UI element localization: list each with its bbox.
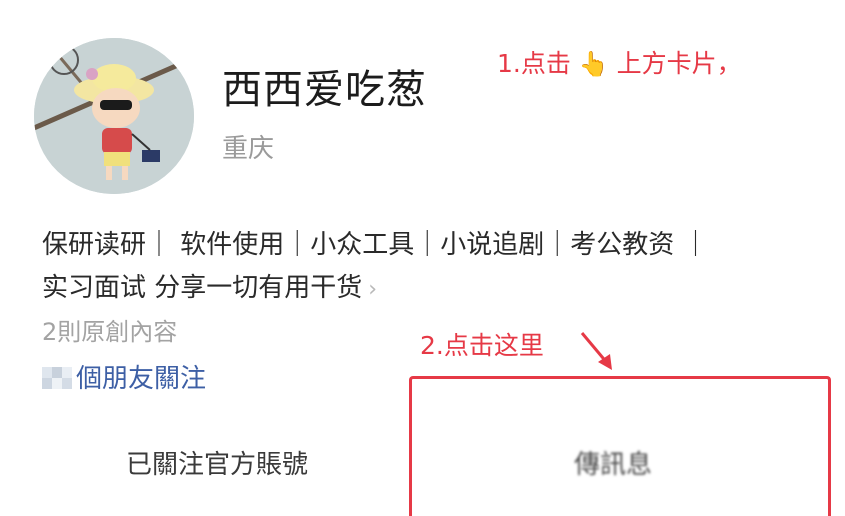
friends-following-label: 個朋友關注 xyxy=(76,364,207,394)
annotation-step-1-prefix: 1.点击 xyxy=(497,49,571,78)
annotation-step-1: 1.点击 👆 上方卡片， xyxy=(497,44,742,80)
blurred-avatars-icon xyxy=(42,366,72,389)
friends-following[interactable]: 個朋友關注 xyxy=(42,358,206,395)
profile-avatar[interactable] xyxy=(34,38,194,194)
chevron-right-icon: › xyxy=(368,277,378,302)
followed-official-account-button[interactable]: 已關注官方賬號 xyxy=(126,444,308,481)
account-location: 重庆 xyxy=(222,134,275,164)
send-message-button[interactable]: 傳訊息 xyxy=(574,444,652,481)
account-bio[interactable]: 保研读研｜ 软件使用｜小众工具｜小说追剧｜考公教资 ｜ 实习面试 分享一切有用干… xyxy=(42,224,812,311)
annotation-step-2: 2.点击这里 xyxy=(420,331,544,360)
original-content-count[interactable]: 2則原創內容 xyxy=(42,312,177,347)
red-arrow-icon xyxy=(580,332,612,370)
annotation-step-1-suffix: 上方卡片， xyxy=(616,49,742,78)
bio-line-1: 保研读研｜ 软件使用｜小众工具｜小说追剧｜考公教资 ｜ xyxy=(42,230,709,260)
account-name: 西西爱吃葱 xyxy=(222,67,427,113)
avatar-illustration xyxy=(34,38,194,194)
bio-line-2-wrapper: 实习面试 分享一切有用干货 › xyxy=(42,267,812,311)
bio-line-2: 实习面试 分享一切有用干货 xyxy=(42,273,363,303)
pointing-up-hand-icon: 👆 xyxy=(578,50,609,78)
